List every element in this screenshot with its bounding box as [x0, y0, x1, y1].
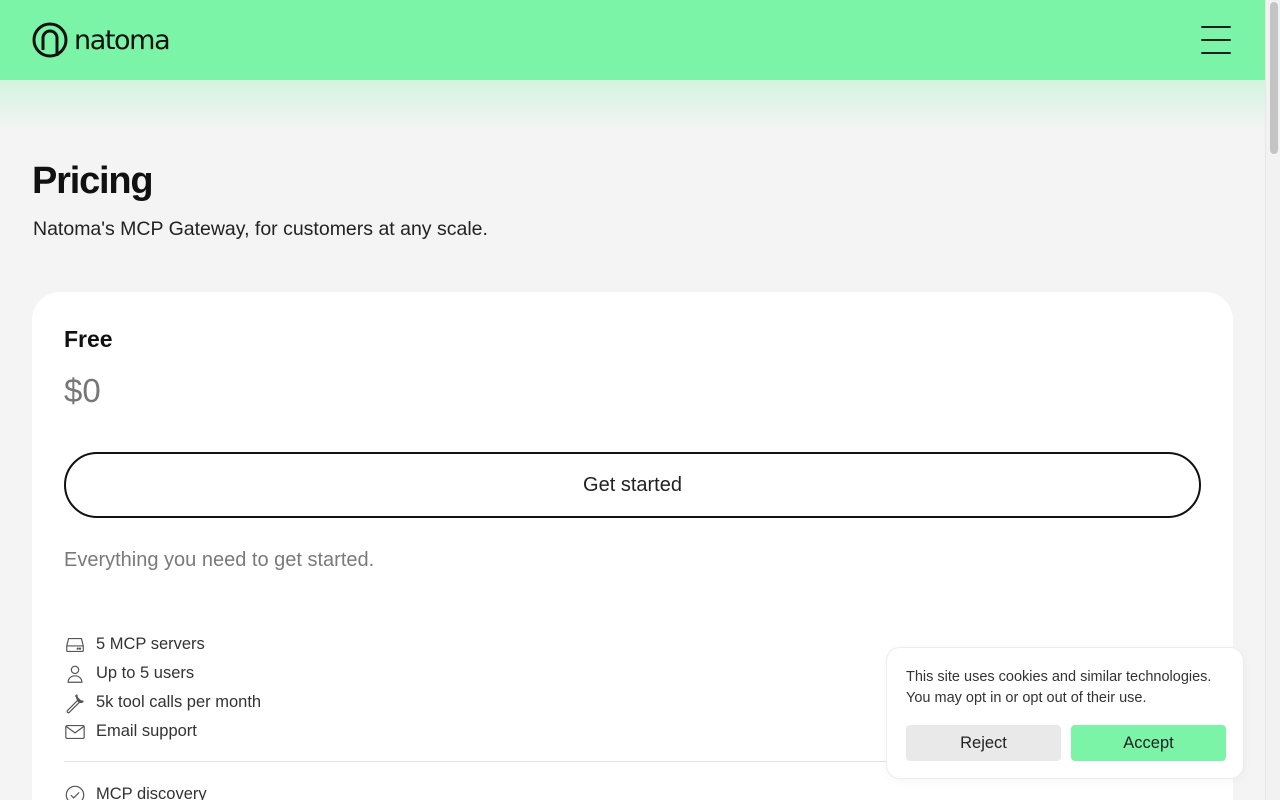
scrollbar-thumb[interactable]	[1270, 2, 1278, 154]
cookie-message: This site uses cookies and similar techn…	[906, 669, 1212, 706]
hamburger-menu-icon[interactable]	[1201, 26, 1231, 54]
feature-label: Up to 5 users	[96, 664, 195, 682]
brand-logo[interactable]: natoma	[32, 22, 171, 58]
wrench-icon	[66, 693, 84, 713]
natoma-logo-icon	[32, 22, 68, 58]
plan-price: $0	[64, 372, 101, 409]
accept-cookies-button[interactable]: Accept	[1071, 725, 1226, 761]
get-started-button[interactable]: Get started	[64, 452, 1201, 518]
mail-icon	[65, 724, 85, 739]
brand-name: natoma	[74, 24, 171, 56]
extra-feature-list: MCP discovery	[64, 780, 207, 800]
feature-label: Email support	[96, 722, 197, 740]
plan-name: Free	[64, 326, 113, 352]
list-item: MCP discovery	[64, 780, 207, 800]
check-circle-icon	[65, 785, 85, 800]
plan-description: Everything you need to get started.	[64, 549, 375, 571]
user-icon	[67, 665, 83, 683]
header-gradient	[0, 80, 1265, 130]
page-scrollbar[interactable]	[1265, 0, 1280, 800]
feature-label: 5k tool calls per month	[96, 693, 262, 711]
server-icon	[66, 637, 84, 652]
reject-cookies-button[interactable]: Reject	[906, 725, 1061, 761]
page-title: Pricing	[32, 160, 154, 202]
page-subtitle: Natoma's MCP Gateway, for customers at a…	[33, 218, 488, 240]
feature-label: MCP discovery	[96, 785, 207, 800]
feature-label: 5 MCP servers	[96, 635, 205, 653]
site-header: natoma	[0, 0, 1265, 80]
cookie-banner: This site uses cookies and similar techn…	[886, 647, 1244, 779]
